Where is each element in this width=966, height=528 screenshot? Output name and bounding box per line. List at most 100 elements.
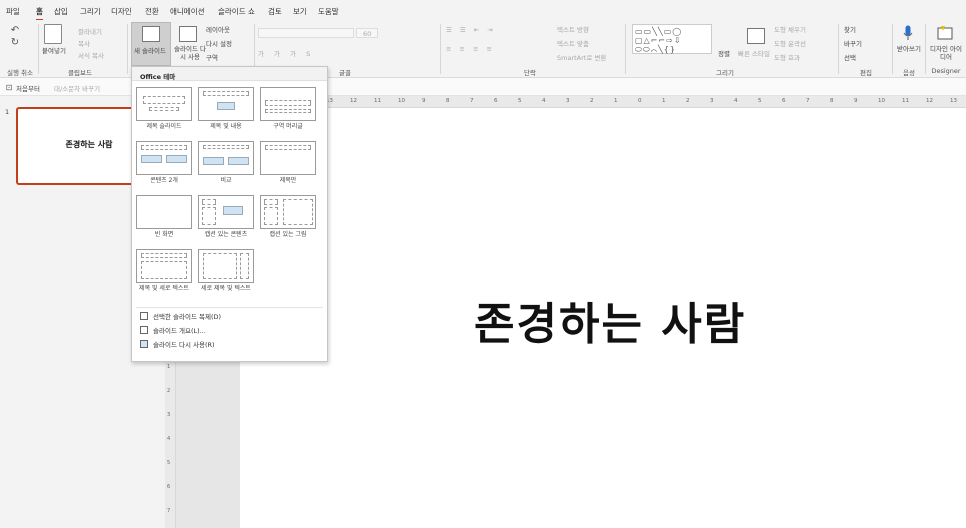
menu-label: 슬라이드 다시 사용(R) xyxy=(153,341,215,349)
designer-group-label: Designer xyxy=(931,67,961,75)
align-text-button[interactable]: 텍스트 맞춤 xyxy=(557,38,589,48)
new-slide-icon xyxy=(142,26,160,42)
font-size-box[interactable]: 60 xyxy=(356,28,378,38)
ruler-label: 10 xyxy=(878,98,885,104)
new-slide-dropdown: Office 테마 제목 슬라이드 제목 및 내용 구역 머리글 콘텐츠 2개 … xyxy=(131,66,328,362)
paste-icon[interactable] xyxy=(44,24,62,44)
layout-title-content[interactable] xyxy=(198,87,254,121)
ruler-label: 3 xyxy=(566,98,570,104)
undo-icon[interactable]: ↶ xyxy=(8,24,22,36)
layout-label: 비교 xyxy=(220,177,232,184)
cut-button[interactable]: 잘라내기 xyxy=(78,26,102,36)
dictate-button[interactable]: 받아쓰기 xyxy=(896,45,922,53)
ruler-label: 2 xyxy=(590,98,594,104)
reset-button[interactable]: 다시 설정 xyxy=(206,38,232,48)
tab-help[interactable]: 도움말 xyxy=(318,6,339,17)
ruler-label: 5 xyxy=(758,98,762,104)
ruler-label: 12 xyxy=(926,98,933,104)
layout-title-slide[interactable] xyxy=(136,87,192,121)
text-direction-button[interactable]: 텍스트 방향 xyxy=(557,24,589,34)
tab-draw[interactable]: 그리기 xyxy=(80,6,101,17)
layout-vertical-title-text[interactable] xyxy=(198,249,254,283)
section-button[interactable]: 구역 xyxy=(206,52,218,62)
layout-label: 캡션 있는 콘텐츠 xyxy=(204,231,248,238)
from-beginning-button[interactable]: 처음부터 xyxy=(16,83,40,93)
drawing-group-label: 그리기 xyxy=(716,69,734,77)
microphone-icon[interactable] xyxy=(902,24,914,42)
font-format-buttons[interactable]: 가 가 가 S xyxy=(258,48,314,58)
duplicate-slide-menu-item[interactable]: 선택한 슬라이드 복제(D) xyxy=(140,311,221,321)
tab-review[interactable]: 검토 xyxy=(268,6,282,17)
list-buttons[interactable]: ☰ ☰ ⇤ ⇥ xyxy=(446,26,496,34)
ruler-label: 5 xyxy=(518,98,522,104)
design-ideas-button[interactable]: 디자인 아이디어 xyxy=(928,45,964,61)
shape-effects-button[interactable]: 도형 효과 xyxy=(774,52,800,62)
arrange-button[interactable]: 정렬 xyxy=(718,48,730,58)
shapes-icons: ▭▭╲╲▭◯ xyxy=(635,27,683,36)
change-case-button[interactable]: 대/소문자 바꾸기 xyxy=(54,83,100,93)
reuse-slides-button[interactable]: 슬라이드 다시 사용 xyxy=(172,45,208,61)
shape-outline-button[interactable]: 도형 윤곽선 xyxy=(774,38,806,48)
vruler-label: 7 xyxy=(167,508,171,514)
layout-label: 제목 및 내용 xyxy=(210,123,242,130)
tab-insert[interactable]: 삽입 xyxy=(54,6,68,17)
new-slide-button[interactable]: 새 슬라이드 xyxy=(131,22,171,66)
find-button[interactable]: 찾기 xyxy=(844,24,856,34)
quick-styles-icon[interactable] xyxy=(747,28,765,44)
thumbnail-number: 1 xyxy=(5,108,10,116)
smartart-button[interactable]: SmartArt로 변환 xyxy=(557,52,606,62)
tab-home[interactable]: 홈 xyxy=(36,6,43,21)
quick-styles-button[interactable]: 빠른 스타일 xyxy=(738,48,770,58)
designer-icon[interactable] xyxy=(936,24,954,42)
ruler-label: 7 xyxy=(806,98,810,104)
reuse-slides-menu-item[interactable]: 슬라이드 다시 사용(R) xyxy=(140,339,215,349)
menu-label: 선택한 슬라이드 복제(D) xyxy=(153,313,222,321)
layout-picture-caption[interactable] xyxy=(260,195,316,229)
slide-outline-menu-item[interactable]: 슬라이드 개요(L)... xyxy=(140,325,206,335)
layout-label: 캡션 있는 그림 xyxy=(269,231,307,238)
align-buttons[interactable]: ≡ ≡ ≡ ≡ xyxy=(446,45,495,53)
reuse-slides-icon[interactable] xyxy=(179,26,197,42)
tab-animations[interactable]: 애니메이션 xyxy=(170,6,205,17)
tab-view[interactable]: 보기 xyxy=(293,6,307,17)
ruler-label: 1 xyxy=(662,98,666,104)
redo-icon[interactable]: ↻ xyxy=(8,36,22,48)
select-button[interactable]: 선택 xyxy=(844,52,856,62)
theme-name: Office 테마 xyxy=(140,73,176,81)
shapes-gallery[interactable]: ▭▭╲╲▭◯ ▢△⌐⌐⇨⇩ ⬭⬭⌒╲{} xyxy=(632,24,712,54)
editing-group-label: 편집 xyxy=(860,69,872,77)
shape-fill-button[interactable]: 도형 채우기 xyxy=(774,24,806,34)
layout-label: 제목만 xyxy=(279,177,297,184)
tab-transitions[interactable]: 전환 xyxy=(145,6,159,17)
shapes-icons-3: ⬭⬭⌒╲{} xyxy=(635,45,676,54)
layout-blank[interactable] xyxy=(136,195,192,229)
layout-comparison[interactable] xyxy=(198,141,254,175)
format-painter-button[interactable]: 서식 복사 xyxy=(78,50,104,60)
paste-button[interactable]: 붙여넣기 xyxy=(42,45,66,55)
shapes-icons-2: ▢△⌐⌐⇨⇩ xyxy=(635,36,682,45)
vruler-label: 3 xyxy=(167,412,171,418)
slideshow-icon[interactable]: ⊡ xyxy=(4,82,14,92)
outline-icon xyxy=(140,326,148,334)
layout-button[interactable]: 레이아웃 xyxy=(206,24,230,34)
ruler-label: 12 xyxy=(350,98,357,104)
slide-title[interactable]: 존경하는 사람 xyxy=(474,288,746,352)
layout-title-only[interactable] xyxy=(260,141,316,175)
tab-file[interactable]: 파일 xyxy=(6,6,20,17)
layout-section-header[interactable] xyxy=(260,87,316,121)
tab-design[interactable]: 디자인 xyxy=(111,6,132,17)
vruler-label: 1 xyxy=(167,364,171,370)
layout-two-content[interactable] xyxy=(136,141,192,175)
font-name-box[interactable] xyxy=(258,28,354,38)
replace-button[interactable]: 바꾸기 xyxy=(844,38,862,48)
ruler-label: 13 xyxy=(950,98,957,104)
duplicate-icon xyxy=(140,312,148,320)
layout-title-vertical-text[interactable] xyxy=(136,249,192,283)
layout-label: 세로 제목 및 텍스트 xyxy=(201,285,251,292)
slide[interactable]: 존경하는 사람 xyxy=(240,108,966,528)
layout-content-caption[interactable] xyxy=(198,195,254,229)
tab-slideshow[interactable]: 슬라이드 쇼 xyxy=(218,6,255,17)
copy-button[interactable]: 복사 xyxy=(78,38,90,48)
ruler-label: 11 xyxy=(902,98,909,104)
ruler-label: 4 xyxy=(542,98,546,104)
